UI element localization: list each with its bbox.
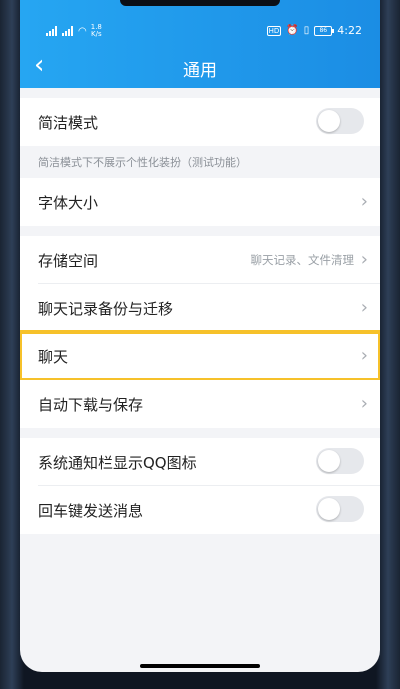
- font-size-label: 字体大小: [38, 194, 99, 212]
- page-title: 通用: [183, 61, 217, 81]
- status-time: 4:22: [337, 24, 362, 37]
- signal-icon: [46, 26, 58, 36]
- home-indicator[interactable]: [140, 664, 260, 668]
- enter-send-toggle[interactable]: [316, 496, 364, 522]
- simple-mode-label: 简洁模式: [38, 114, 99, 132]
- chat-row[interactable]: 聊天 ›: [20, 330, 380, 382]
- notify-icon-row: 系统通知栏显示QQ图标: [20, 438, 380, 486]
- simple-mode-hint: 简洁模式下不展示个性化装扮（测试功能）: [20, 146, 380, 178]
- group-notifications: 系统通知栏显示QQ图标 回车键发送消息: [20, 438, 380, 534]
- screen: ◠ 1.8 K/s HD ⏰ ▯ 86 4:22 ‹ 通用 简洁模式 简洁模式下…: [20, 0, 380, 672]
- storage-row[interactable]: 存储空间 聊天记录、文件清理 ›: [20, 236, 380, 284]
- settings-content: 简洁模式 简洁模式下不展示个性化装扮（测试功能） 字体大小 › 存储空间 聊天记…: [20, 88, 380, 534]
- status-left: ◠ 1.8 K/s: [46, 24, 102, 38]
- auto-download-row[interactable]: 自动下载与保存 ›: [20, 380, 380, 428]
- header: ◠ 1.8 K/s HD ⏰ ▯ 86 4:22 ‹ 通用: [20, 0, 380, 88]
- enter-send-row: 回车键发送消息: [20, 486, 380, 534]
- wifi-icon: ◠: [78, 25, 87, 37]
- storage-label: 存储空间: [38, 252, 99, 270]
- spacer: [20, 226, 380, 236]
- group-font: 字体大小 ›: [20, 178, 380, 226]
- backup-row[interactable]: 聊天记录备份与迁移 ›: [20, 284, 380, 332]
- chevron-right-icon: ›: [360, 249, 368, 270]
- hd-badge: HD: [266, 25, 282, 36]
- group-simple-mode: 简洁模式: [20, 98, 380, 146]
- chat-label: 聊天: [38, 348, 69, 366]
- group-storage: 存储空间 聊天记录、文件清理 › 聊天记录备份与迁移 › 聊天 › 自动下载与保…: [20, 236, 380, 428]
- auto-download-label: 自动下载与保存: [38, 396, 144, 414]
- chevron-right-icon: ›: [360, 345, 368, 366]
- nav-bar: ‹ 通用: [20, 44, 380, 88]
- battery-icon: 86: [314, 25, 335, 36]
- backup-label: 聊天记录备份与迁移: [38, 300, 174, 318]
- simple-mode-row: 简洁模式: [20, 98, 380, 146]
- chevron-right-icon: ›: [360, 191, 368, 212]
- simple-mode-toggle[interactable]: [316, 108, 364, 134]
- simple-mode-hint-text: 简洁模式下不展示个性化装扮（测试功能）: [38, 156, 247, 169]
- chevron-right-icon: ›: [360, 393, 368, 414]
- notch: [120, 0, 280, 6]
- spacer: [20, 428, 380, 438]
- notify-icon-label: 系统通知栏显示QQ图标: [38, 454, 197, 472]
- status-bar: ◠ 1.8 K/s HD ⏰ ▯ 86 4:22: [20, 20, 380, 42]
- spacer: [20, 88, 380, 98]
- alarm-icon: ⏰: [286, 25, 299, 36]
- signal-icon-2: [62, 26, 74, 36]
- chevron-right-icon: ›: [360, 297, 368, 318]
- vibrate-icon: ▯: [303, 25, 310, 36]
- storage-detail: 聊天记录、文件清理: [250, 253, 355, 267]
- enter-send-label: 回车键发送消息: [38, 502, 144, 520]
- notify-icon-toggle[interactable]: [316, 448, 364, 474]
- status-right: HD ⏰ ▯ 86 4:22: [266, 24, 362, 37]
- font-size-row[interactable]: 字体大小 ›: [20, 178, 380, 226]
- network-speed: 1.8 K/s: [90, 23, 102, 38]
